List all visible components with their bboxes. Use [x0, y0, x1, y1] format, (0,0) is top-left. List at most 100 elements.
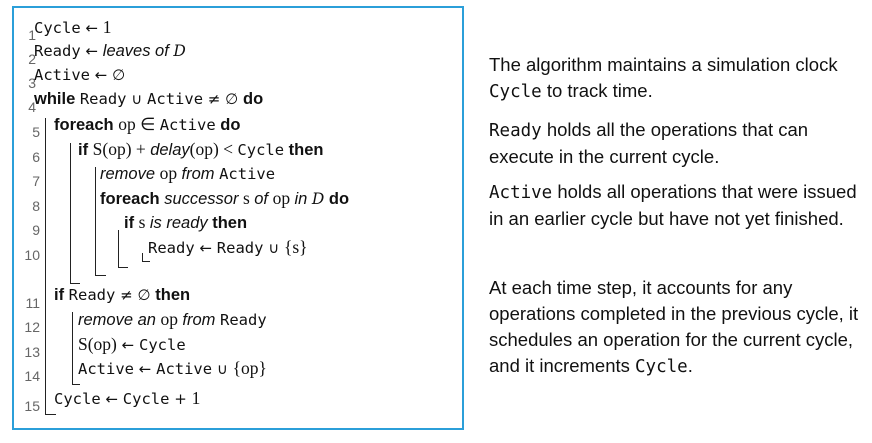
explanation-text: Cycle: [635, 357, 688, 377]
code-token: foreach: [54, 116, 119, 134]
code-token: ←: [116, 336, 139, 354]
line-number: 7: [32, 173, 40, 189]
code-token: 1: [191, 388, 201, 408]
code-token: remove an: [78, 311, 161, 329]
code-token: Cycle: [34, 19, 81, 37]
code-token: from: [182, 311, 221, 329]
line-number: 12: [24, 319, 40, 335]
code-token: ≠ ∅: [115, 286, 156, 304]
explanation-text: The algorithm maintains a simulation clo…: [489, 54, 838, 75]
code-token: foreach: [100, 190, 165, 208]
block-bracket: [72, 312, 73, 384]
code-line: Active ← ∅: [34, 65, 125, 85]
code-token: ≠ ∅: [203, 90, 243, 108]
code-token: in: [294, 190, 312, 208]
code-token: ←: [100, 390, 123, 408]
code-line: Ready ← leaves of D: [34, 41, 186, 61]
code-token: Active: [34, 66, 90, 84]
code-token: op: [160, 309, 183, 329]
code-line: while Ready ∪ Active ≠ ∅ do: [34, 89, 263, 109]
code-token: Ready: [34, 42, 81, 60]
code-token: ∪: [263, 239, 284, 257]
code-line: foreach successor s of op in D do: [100, 188, 349, 209]
code-token: {op}: [232, 358, 267, 378]
line-number: 3: [28, 75, 36, 91]
explanation-paragraph: The algorithm maintains a simulation clo…: [489, 52, 865, 105]
code-token: then: [284, 141, 324, 159]
code-token: ← ∅: [90, 66, 126, 84]
line-number: 5: [32, 124, 40, 140]
line-number: 13: [24, 344, 40, 360]
code-line: Active ← Active ∪ {op}: [78, 358, 267, 379]
code-token: +: [169, 390, 192, 408]
line-number: 1: [28, 27, 36, 43]
code-token: s: [138, 212, 150, 232]
code-line: S(op) ← Cycle: [78, 334, 186, 355]
block-bracket-foot: [70, 283, 80, 284]
line-number: 10: [24, 247, 40, 263]
block-bracket: [45, 118, 46, 414]
line-number: 9: [32, 222, 40, 238]
code-token: Ready: [216, 239, 264, 257]
code-token: do: [324, 190, 350, 208]
block-bracket: [95, 167, 96, 275]
code-line: Cycle ← 1: [34, 17, 112, 38]
code-line: foreach op ∈ Active do: [54, 114, 240, 135]
code-token: S(op) +: [92, 139, 151, 159]
code-token: is ready: [149, 214, 213, 232]
code-token: {s}: [283, 237, 308, 257]
code-token: Ready: [220, 311, 267, 329]
block-bracket-foot: [142, 261, 150, 262]
code-token: (op) <: [189, 139, 238, 159]
code-token: op ∈: [118, 114, 160, 134]
code-line: if s is ready then: [124, 212, 247, 233]
code-token: remove: [100, 165, 160, 183]
code-token: Cycle: [139, 336, 186, 354]
explanation-text: .: [687, 355, 693, 376]
code-token: Cycle: [122, 390, 170, 408]
code-token: do: [242, 90, 264, 108]
code-line: if Ready ≠ ∅ then: [54, 285, 190, 305]
code-token: Cycle: [237, 141, 285, 159]
code-token: op: [272, 188, 295, 208]
code-token: Active: [78, 360, 134, 378]
code-token: Ready: [148, 239, 195, 257]
code-token: delay: [150, 141, 190, 159]
line-number: 6: [32, 149, 40, 165]
code-token: op: [159, 163, 182, 183]
code-token: ←: [80, 42, 103, 60]
code-line: Ready ← Ready ∪ {s}: [148, 237, 308, 258]
line-number: 14: [24, 368, 40, 384]
code-token: ←: [134, 360, 157, 378]
code-token: ∪: [212, 360, 233, 378]
code-token: successor: [164, 190, 244, 208]
explanation-text: to track time.: [541, 80, 653, 101]
code-token: while: [34, 90, 80, 108]
code-token: do: [215, 116, 241, 134]
line-number: 2: [28, 51, 36, 67]
code-token: from: [181, 165, 220, 183]
code-token: Active: [147, 90, 204, 108]
code-token: if: [54, 286, 69, 304]
code-token: then: [212, 214, 248, 232]
code-token: ∪: [126, 90, 148, 108]
block-bracket: [118, 230, 119, 267]
code-token: ←: [194, 239, 217, 257]
line-number: 4: [28, 99, 36, 115]
code-token: ←: [80, 19, 103, 37]
explanation-paragraph: Active holds all operations that were is…: [489, 179, 865, 232]
code-token: D: [311, 190, 325, 208]
block-bracket: [70, 143, 71, 283]
code-token: then: [155, 286, 191, 304]
code-token: 1: [102, 17, 112, 37]
code-line: remove an op from Ready: [78, 309, 267, 330]
code-token: if: [78, 141, 93, 159]
code-token: s: [243, 188, 255, 208]
algorithm-box: 1 Cycle ← 1 2 Ready ← leaves of D 3 Active ← …: [12, 6, 464, 430]
code-line: if S(op) + delay(op) < Cycle then: [78, 139, 324, 160]
code-token: Active: [156, 360, 213, 378]
explanation-paragraph: Ready holds all the operations that can …: [489, 117, 865, 170]
block-bracket-foot: [118, 267, 128, 268]
code-token: Ready: [68, 286, 116, 304]
line-number: 8: [32, 198, 40, 214]
